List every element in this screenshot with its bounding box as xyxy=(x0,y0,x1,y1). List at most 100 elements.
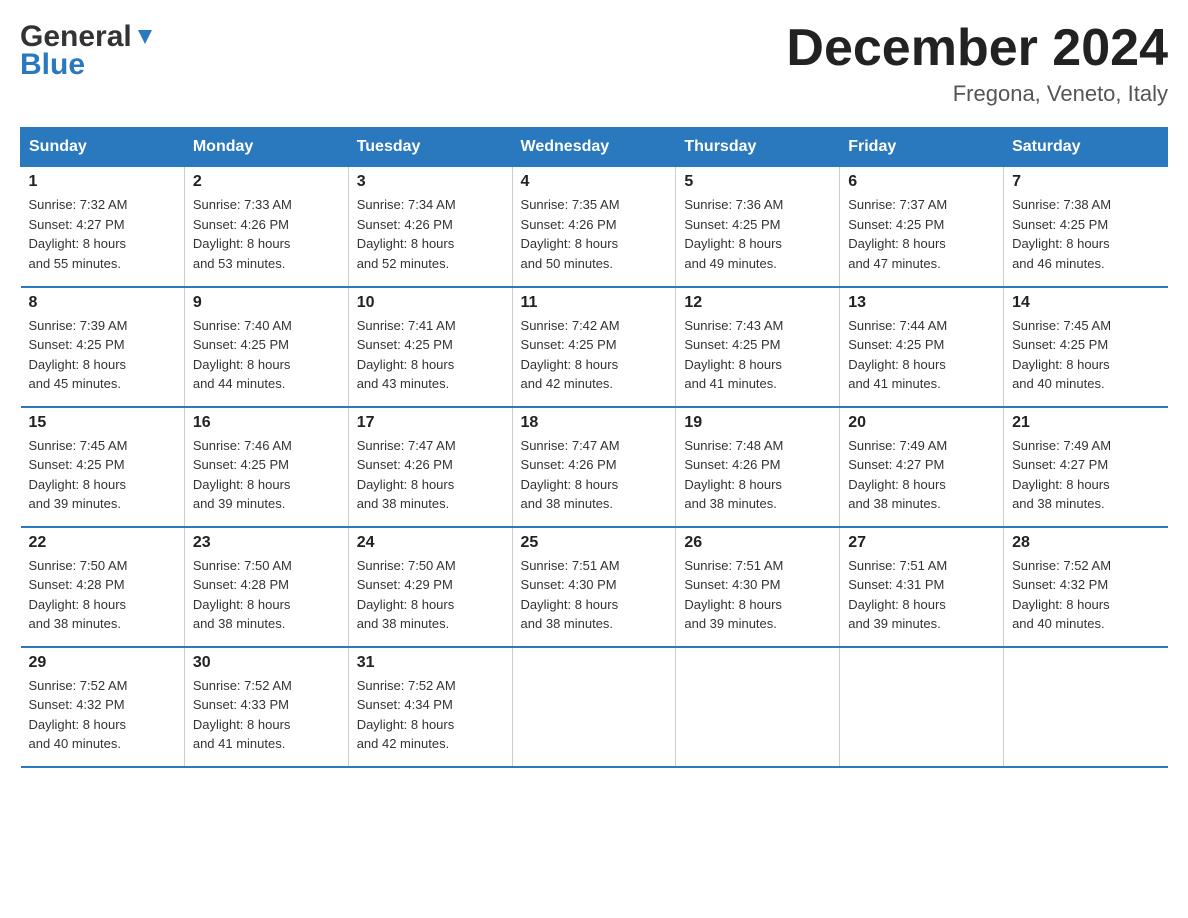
day-info: Sunrise: 7:34 AMSunset: 4:26 PMDaylight:… xyxy=(357,195,504,273)
day-number: 17 xyxy=(357,414,504,432)
day-number: 11 xyxy=(521,294,668,312)
cell-week4-day3: 25 Sunrise: 7:51 AMSunset: 4:30 PMDayligh… xyxy=(512,527,676,647)
cell-week5-day1: 30Sunrise: 7:52 AMSunset: 4:33 PMDayligh… xyxy=(184,647,348,767)
day-number: 6 xyxy=(848,173,995,191)
day-info: Sunrise: 7:32 AMSunset: 4:27 PMDaylight:… xyxy=(29,195,176,273)
cell-week5-day6 xyxy=(1004,647,1168,767)
title-block: December 2024 Fregona, Veneto, Italy xyxy=(786,20,1168,107)
day-number: 19 xyxy=(684,414,831,432)
day-info: Sunrise: 7:50 AMSunset: 4:28 PMDaylight:… xyxy=(29,556,176,634)
logo-arrow-icon xyxy=(134,26,156,48)
cell-week1-day4: 5 Sunrise: 7:36 AMSunset: 4:25 PMDaylight… xyxy=(676,167,840,287)
day-number: 8 xyxy=(29,294,176,312)
cell-week2-day5: 13 Sunrise: 7:44 AMSunset: 4:25 PMDayligh… xyxy=(840,287,1004,407)
day-number: 2 xyxy=(193,173,340,191)
day-number: 7 xyxy=(1012,173,1159,191)
calendar-body: 1 Sunrise: 7:32 AMSunset: 4:27 PMDaylight… xyxy=(21,167,1168,767)
day-info: Sunrise: 7:49 AMSunset: 4:27 PMDaylight:… xyxy=(1012,436,1159,514)
day-info: Sunrise: 7:36 AMSunset: 4:25 PMDaylight:… xyxy=(684,195,831,273)
location-title: Fregona, Veneto, Italy xyxy=(786,81,1168,107)
day-info: Sunrise: 7:51 AMSunset: 4:30 PMDaylight:… xyxy=(521,556,668,634)
cell-week3-day0: 15Sunrise: 7:45 AMSunset: 4:25 PMDayligh… xyxy=(21,407,185,527)
day-number: 31 xyxy=(357,654,504,672)
day-number: 3 xyxy=(357,173,504,191)
col-friday: Friday xyxy=(840,128,1004,167)
day-info: Sunrise: 7:48 AMSunset: 4:26 PMDaylight:… xyxy=(684,436,831,514)
cell-week2-day4: 12 Sunrise: 7:43 AMSunset: 4:25 PMDayligh… xyxy=(676,287,840,407)
week-row-5: 29 Sunrise: 7:52 AMSunset: 4:32 PMDayligh… xyxy=(21,647,1168,767)
page-header: General Blue December 2024 Fregona, Vene… xyxy=(20,20,1168,107)
cell-week4-day2: 24 Sunrise: 7:50 AMSunset: 4:29 PMDayligh… xyxy=(348,527,512,647)
day-info: Sunrise: 7:52 AMSunset: 4:34 PMDaylight:… xyxy=(357,676,504,754)
day-info: Sunrise: 7:51 AMSunset: 4:30 PMDaylight:… xyxy=(684,556,831,634)
cell-week5-day3 xyxy=(512,647,676,767)
day-info: Sunrise: 7:47 AMSunset: 4:26 PMDaylight:… xyxy=(357,436,504,514)
day-number: 30 xyxy=(193,654,340,672)
col-monday: Monday xyxy=(184,128,348,167)
cell-week5-day0: 29 Sunrise: 7:52 AMSunset: 4:32 PMDayligh… xyxy=(21,647,185,767)
week-row-4: 22 Sunrise: 7:50 AMSunset: 4:28 PMDayligh… xyxy=(21,527,1168,647)
day-info: Sunrise: 7:41 AMSunset: 4:25 PMDaylight:… xyxy=(357,316,504,394)
day-number: 18 xyxy=(521,414,668,432)
day-number: 1 xyxy=(29,173,176,191)
cell-week5-day4 xyxy=(676,647,840,767)
day-info: Sunrise: 7:43 AMSunset: 4:25 PMDaylight:… xyxy=(684,316,831,394)
day-info: Sunrise: 7:35 AMSunset: 4:26 PMDaylight:… xyxy=(521,195,668,273)
cell-week2-day1: 9Sunrise: 7:40 AMSunset: 4:25 PMDaylight… xyxy=(184,287,348,407)
cell-week5-day5 xyxy=(840,647,1004,767)
day-number: 10 xyxy=(357,294,504,312)
day-info: Sunrise: 7:38 AMSunset: 4:25 PMDaylight:… xyxy=(1012,195,1159,273)
cell-week5-day2: 31 Sunrise: 7:52 AMSunset: 4:34 PMDayligh… xyxy=(348,647,512,767)
day-number: 24 xyxy=(357,534,504,552)
week-row-2: 8 Sunrise: 7:39 AMSunset: 4:25 PMDaylight… xyxy=(21,287,1168,407)
cell-week1-day3: 4 Sunrise: 7:35 AMSunset: 4:26 PMDaylight… xyxy=(512,167,676,287)
cell-week4-day4: 26 Sunrise: 7:51 AMSunset: 4:30 PMDayligh… xyxy=(676,527,840,647)
day-info: Sunrise: 7:46 AMSunset: 4:25 PMDaylight:… xyxy=(193,436,340,514)
col-saturday: Saturday xyxy=(1004,128,1168,167)
logo-blue: Blue xyxy=(20,50,85,80)
week-row-1: 1 Sunrise: 7:32 AMSunset: 4:27 PMDaylight… xyxy=(21,167,1168,287)
day-number: 4 xyxy=(521,173,668,191)
day-number: 12 xyxy=(684,294,831,312)
day-info: Sunrise: 7:52 AMSunset: 4:32 PMDaylight:… xyxy=(1012,556,1159,634)
calendar-table: Sunday Monday Tuesday Wednesday Thursday… xyxy=(20,127,1168,768)
day-number: 26 xyxy=(684,534,831,552)
day-info: Sunrise: 7:52 AMSunset: 4:32 PMDaylight:… xyxy=(29,676,176,754)
cell-week4-day5: 27Sunrise: 7:51 AMSunset: 4:31 PMDayligh… xyxy=(840,527,1004,647)
day-info: Sunrise: 7:37 AMSunset: 4:25 PMDaylight:… xyxy=(848,195,995,273)
cell-week1-day2: 3 Sunrise: 7:34 AMSunset: 4:26 PMDaylight… xyxy=(348,167,512,287)
cell-week4-day6: 28Sunrise: 7:52 AMSunset: 4:32 PMDayligh… xyxy=(1004,527,1168,647)
cell-week1-day0: 1 Sunrise: 7:32 AMSunset: 4:27 PMDaylight… xyxy=(21,167,185,287)
cell-week3-day1: 16 Sunrise: 7:46 AMSunset: 4:25 PMDayligh… xyxy=(184,407,348,527)
day-info: Sunrise: 7:50 AMSunset: 4:28 PMDaylight:… xyxy=(193,556,340,634)
day-info: Sunrise: 7:45 AMSunset: 4:25 PMDaylight:… xyxy=(29,436,176,514)
week-row-3: 15Sunrise: 7:45 AMSunset: 4:25 PMDayligh… xyxy=(21,407,1168,527)
cell-week4-day1: 23 Sunrise: 7:50 AMSunset: 4:28 PMDayligh… xyxy=(184,527,348,647)
day-info: Sunrise: 7:50 AMSunset: 4:29 PMDaylight:… xyxy=(357,556,504,634)
cell-week1-day6: 7 Sunrise: 7:38 AMSunset: 4:25 PMDaylight… xyxy=(1004,167,1168,287)
day-info: Sunrise: 7:47 AMSunset: 4:26 PMDaylight:… xyxy=(521,436,668,514)
day-number: 21 xyxy=(1012,414,1159,432)
cell-week1-day5: 6 Sunrise: 7:37 AMSunset: 4:25 PMDaylight… xyxy=(840,167,1004,287)
cell-week3-day5: 20Sunrise: 7:49 AMSunset: 4:27 PMDayligh… xyxy=(840,407,1004,527)
day-info: Sunrise: 7:49 AMSunset: 4:27 PMDaylight:… xyxy=(848,436,995,514)
header-row: Sunday Monday Tuesday Wednesday Thursday… xyxy=(21,128,1168,167)
day-number: 5 xyxy=(684,173,831,191)
cell-week4-day0: 22 Sunrise: 7:50 AMSunset: 4:28 PMDayligh… xyxy=(21,527,185,647)
cell-week3-day4: 19 Sunrise: 7:48 AMSunset: 4:26 PMDayligh… xyxy=(676,407,840,527)
day-number: 13 xyxy=(848,294,995,312)
cell-week2-day0: 8 Sunrise: 7:39 AMSunset: 4:25 PMDaylight… xyxy=(21,287,185,407)
day-info: Sunrise: 7:44 AMSunset: 4:25 PMDaylight:… xyxy=(848,316,995,394)
cell-week1-day1: 2Sunrise: 7:33 AMSunset: 4:26 PMDaylight… xyxy=(184,167,348,287)
day-number: 25 xyxy=(521,534,668,552)
day-info: Sunrise: 7:45 AMSunset: 4:25 PMDaylight:… xyxy=(1012,316,1159,394)
day-number: 16 xyxy=(193,414,340,432)
day-number: 23 xyxy=(193,534,340,552)
day-info: Sunrise: 7:39 AMSunset: 4:25 PMDaylight:… xyxy=(29,316,176,394)
day-number: 22 xyxy=(29,534,176,552)
day-number: 29 xyxy=(29,654,176,672)
day-info: Sunrise: 7:40 AMSunset: 4:25 PMDaylight:… xyxy=(193,316,340,394)
day-info: Sunrise: 7:42 AMSunset: 4:25 PMDaylight:… xyxy=(521,316,668,394)
cell-week3-day6: 21 Sunrise: 7:49 AMSunset: 4:27 PMDayligh… xyxy=(1004,407,1168,527)
month-title: December 2024 xyxy=(786,20,1168,77)
